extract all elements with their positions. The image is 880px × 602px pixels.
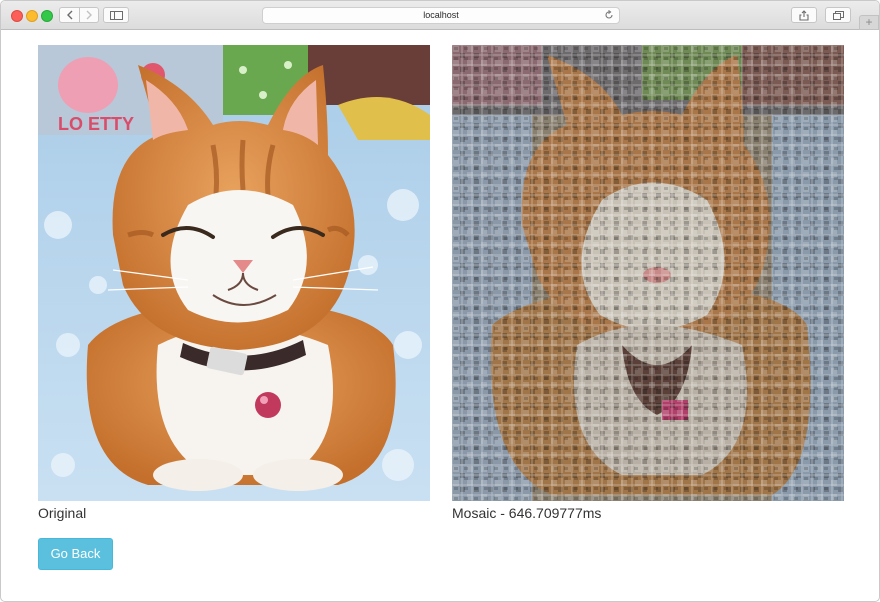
plus-icon: + bbox=[865, 15, 873, 29]
original-cat-photo: LO ETTY bbox=[38, 45, 430, 501]
new-tab-button[interactable]: + bbox=[859, 15, 879, 30]
original-caption: Original bbox=[38, 505, 87, 521]
mosaic-caption: Mosaic - 646.709777ms bbox=[452, 505, 602, 521]
chevron-right-icon bbox=[86, 10, 92, 20]
svg-text:LO ETTY: LO ETTY bbox=[58, 114, 134, 134]
back-button[interactable] bbox=[59, 7, 79, 23]
zoom-window-button[interactable] bbox=[41, 10, 53, 22]
tabs-icon bbox=[832, 10, 844, 20]
go-back-button[interactable]: Go Back bbox=[38, 538, 113, 570]
sidebar-icon bbox=[109, 10, 123, 20]
share-button[interactable] bbox=[791, 7, 817, 23]
mosaic-cat-photo bbox=[452, 45, 844, 501]
browser-window: localhost + LO ETTY Original Mosaic - 64… bbox=[0, 0, 880, 602]
address-bar[interactable]: localhost bbox=[262, 7, 620, 24]
share-icon bbox=[799, 9, 809, 21]
show-tabs-button[interactable] bbox=[825, 7, 851, 23]
close-window-button[interactable] bbox=[11, 10, 23, 22]
address-text: localhost bbox=[423, 10, 459, 20]
reload-icon[interactable] bbox=[604, 10, 614, 20]
chevron-left-icon bbox=[66, 10, 72, 20]
forward-button[interactable] bbox=[79, 7, 99, 23]
title-bar: localhost + bbox=[1, 1, 879, 30]
mosaic-image bbox=[452, 45, 844, 501]
sidebar-toggle-button[interactable] bbox=[103, 7, 129, 23]
original-image: LO ETTY bbox=[38, 45, 430, 501]
minimize-window-button[interactable] bbox=[26, 10, 38, 22]
